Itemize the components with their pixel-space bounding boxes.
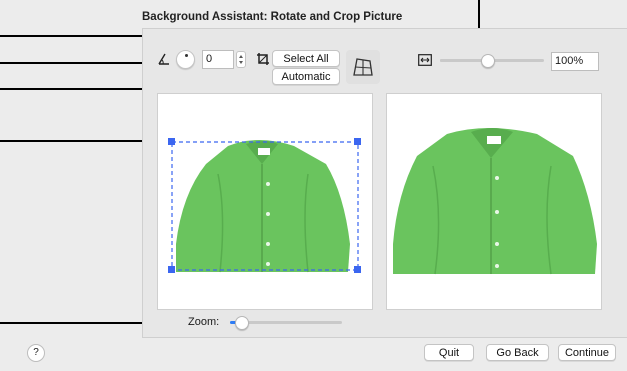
select-all-button[interactable]: Select All: [272, 50, 340, 67]
rotation-angle-stepper[interactable]: [236, 51, 246, 68]
crop-handle-bottom-left[interactable]: [168, 266, 175, 273]
dialog-title: Background Assistant: Rotate and Crop Pi…: [142, 11, 403, 23]
crop-icon[interactable]: [256, 52, 270, 66]
go-back-button[interactable]: Go Back: [486, 344, 549, 361]
zoom-slider-thumb[interactable]: [481, 54, 495, 68]
help-button[interactable]: ?: [27, 344, 45, 362]
rotation-angle-field[interactable]: 0: [202, 50, 234, 69]
fit-width-icon[interactable]: [418, 54, 432, 66]
continue-button[interactable]: Continue: [558, 344, 616, 361]
crop-handle-top-right[interactable]: [354, 138, 361, 145]
crop-preview[interactable]: [157, 93, 373, 310]
shirt-image-cropped: [393, 128, 597, 275]
zoom-slider-fill: [440, 59, 487, 62]
quit-button[interactable]: Quit: [424, 344, 474, 361]
rotation-dial[interactable]: [176, 50, 195, 69]
crop-handle-bottom-right[interactable]: [354, 266, 361, 273]
zoom-percent-field[interactable]: 100%: [551, 52, 599, 71]
result-preview: [386, 93, 602, 310]
perspective-grid-icon: [352, 56, 374, 81]
crop-handle-top-left[interactable]: [168, 138, 175, 145]
rotation-dial-indicator: [185, 54, 188, 57]
preview-zoom-slider-thumb[interactable]: [235, 316, 249, 330]
zoom-label: Zoom:: [188, 316, 220, 328]
shirt-image-original: [171, 140, 359, 273]
perspective-button[interactable]: [346, 50, 380, 84]
angle-icon: [157, 52, 171, 66]
automatic-button[interactable]: Automatic: [272, 68, 340, 85]
